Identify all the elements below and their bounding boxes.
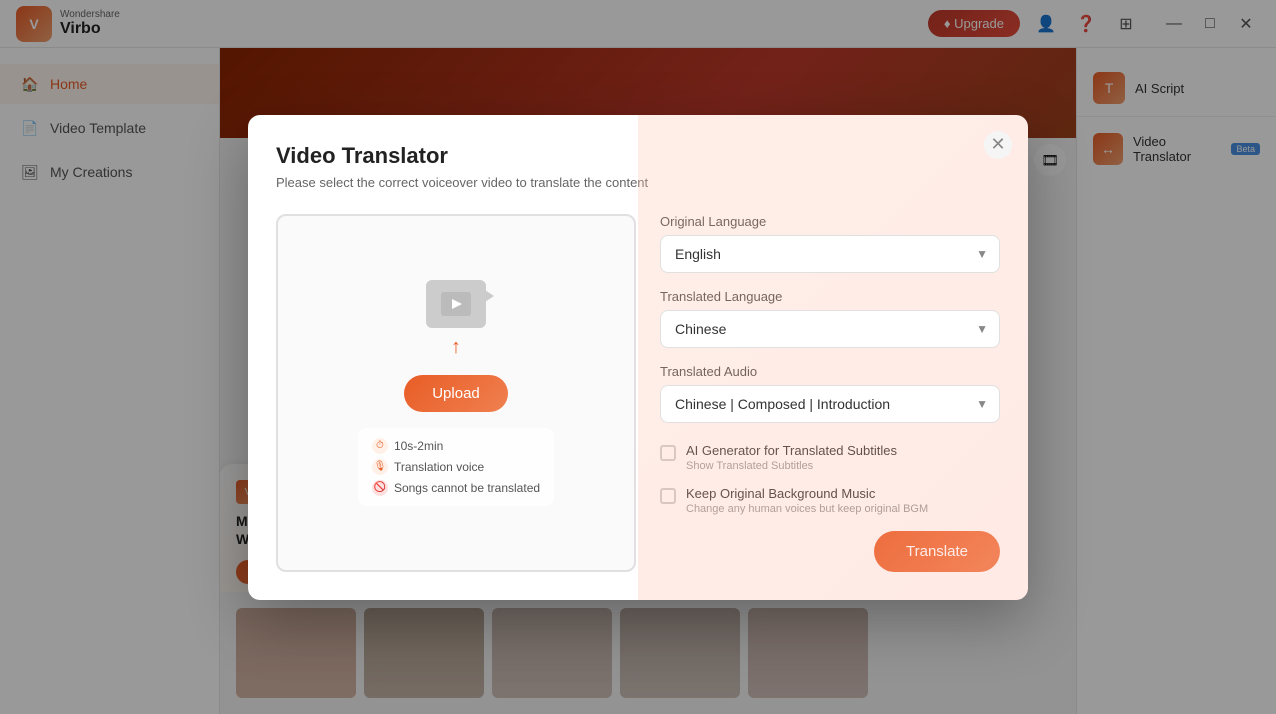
checkbox-ai-subtitles: AI Generator for Translated Subtitles Sh…	[660, 443, 1000, 472]
dialog-close-button[interactable]: ✕	[984, 131, 1012, 159]
ai-subtitles-label: AI Generator for Translated Subtitles	[686, 443, 897, 458]
translated-audio-select[interactable]: Chinese | Composed | Introduction Chines…	[660, 385, 1000, 423]
translated-language-label: Translated Language	[660, 289, 1000, 304]
bg-music-label: Keep Original Background Music	[686, 486, 928, 501]
video-upload-icon	[426, 280, 486, 328]
translated-language-select[interactable]: Chinese English Japanese Spanish French	[660, 310, 1000, 348]
upload-button[interactable]: Upload	[404, 375, 508, 412]
upload-note-time: ⏱ 10s-2min	[372, 438, 540, 454]
upload-notes: ⏱ 10s-2min 🎙 Translation voice 🚫 Songs c…	[358, 428, 554, 506]
upload-note-no-songs: 🚫 Songs cannot be translated	[372, 480, 540, 496]
note-voice-text: Translation voice	[394, 460, 484, 474]
original-language-group: Original Language English Chinese Japane…	[660, 214, 1000, 273]
translated-language-group: Translated Language Chinese English Japa…	[660, 289, 1000, 348]
ai-subtitles-content: AI Generator for Translated Subtitles Sh…	[686, 443, 897, 472]
original-language-label: Original Language	[660, 214, 1000, 229]
video-translator-dialog: ✕ Video Translator Please select the cor…	[248, 115, 1028, 600]
upload-area[interactable]: ↑ Upload ⏱ 10s-2min 🎙 Translation voice	[276, 214, 636, 572]
modal-overlay[interactable]: ✕ Video Translator Please select the cor…	[0, 0, 1276, 714]
bg-music-desc: Change any human voices but keep origina…	[686, 503, 928, 515]
form-area: Original Language English Chinese Japane…	[660, 214, 1000, 572]
no-songs-icon: 🚫	[372, 480, 388, 496]
translated-audio-label: Translated Audio	[660, 364, 1000, 379]
translate-button[interactable]: Translate	[874, 531, 1000, 572]
translated-audio-select-wrapper: Chinese | Composed | Introduction Chines…	[660, 385, 1000, 423]
ai-subtitles-desc: Show Translated Subtitles	[686, 460, 897, 472]
upload-note-voice: 🎙 Translation voice	[372, 459, 540, 475]
upload-arrow-icon: ↑	[451, 336, 461, 359]
dialog-title: Video Translator	[276, 143, 1000, 169]
checkbox-bg-music: Keep Original Background Music Change an…	[660, 486, 1000, 515]
original-language-select[interactable]: English Chinese Japanese Spanish French	[660, 235, 1000, 273]
translated-audio-group: Translated Audio Chinese | Composed | In…	[660, 364, 1000, 423]
ai-subtitles-checkbox[interactable]	[660, 445, 676, 461]
original-language-select-wrapper: English Chinese Japanese Spanish French …	[660, 235, 1000, 273]
dialog-body: ↑ Upload ⏱ 10s-2min 🎙 Translation voice	[276, 214, 1000, 572]
translated-language-select-wrapper: Chinese English Japanese Spanish French …	[660, 310, 1000, 348]
bg-music-content: Keep Original Background Music Change an…	[686, 486, 928, 515]
voice-icon: 🎙	[372, 459, 388, 475]
checkbox-group: AI Generator for Translated Subtitles Sh…	[660, 443, 1000, 515]
time-icon: ⏱	[372, 438, 388, 454]
app-background: V Wondershare Virbo ♦ Upgrade 👤 ❓ ⊞ — □ …	[0, 0, 1276, 714]
bg-music-checkbox[interactable]	[660, 488, 676, 504]
note-songs-text: Songs cannot be translated	[394, 481, 540, 495]
note-time-text: 10s-2min	[394, 439, 443, 453]
upload-icon-area: ↑	[426, 280, 486, 359]
dialog-subtitle: Please select the correct voiceover vide…	[276, 175, 1000, 190]
